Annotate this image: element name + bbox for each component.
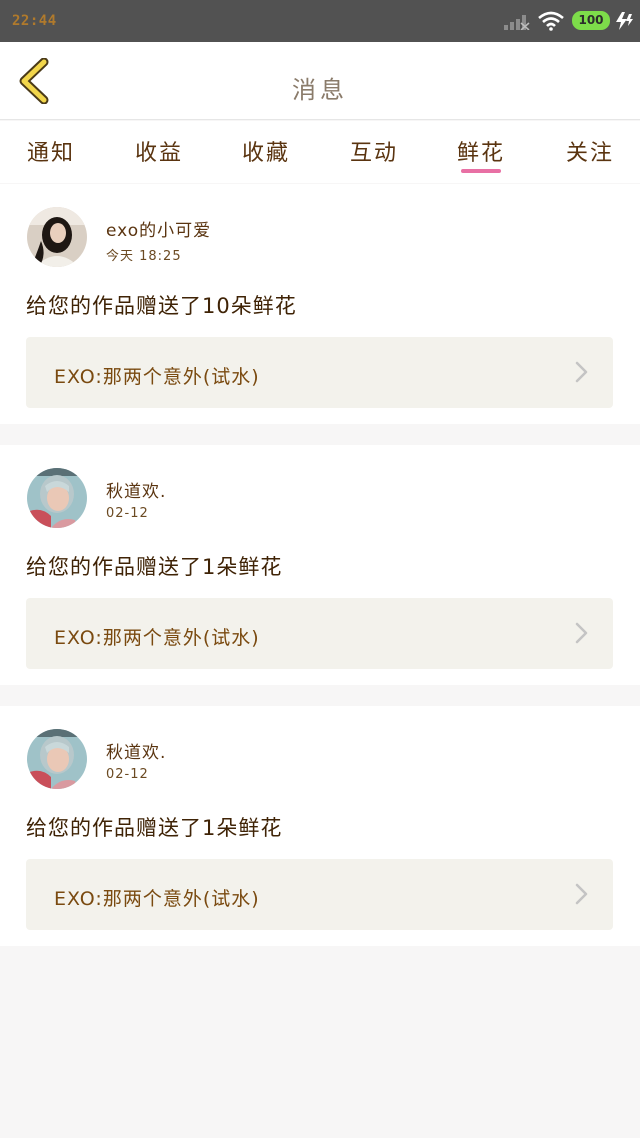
- work-link[interactable]: EXO:那两个意外(试水): [26, 859, 613, 930]
- page-title: 消息: [292, 76, 348, 104]
- work-title: EXO:那两个意外(试水): [54, 888, 260, 910]
- work-title: EXO:那两个意外(试水): [54, 627, 260, 649]
- wifi-icon: [538, 11, 564, 31]
- status-time: 22:44: [12, 13, 57, 29]
- sender-name[interactable]: exo的小可爱: [106, 216, 211, 241]
- tab-label: 收藏: [242, 141, 291, 166]
- tab-notifications[interactable]: 通知: [27, 135, 75, 167]
- tab-bar: 通知 收益 收藏 互动 鲜花 关注: [0, 121, 640, 183]
- chevron-right-icon: [575, 361, 588, 383]
- message-card: 秋道欢. 02-12 给您的作品赠送了1朵鲜花 EXO:那两个意外(试水): [0, 445, 640, 685]
- tab-label: 收益: [135, 141, 184, 166]
- battery-icon: 100: [572, 11, 610, 30]
- message-text: 给您的作品赠送了1朵鲜花: [26, 555, 283, 579]
- status-bar: 22:44 100: [0, 0, 640, 42]
- active-tab-indicator: [461, 169, 502, 173]
- tab-favorites[interactable]: 收藏: [242, 135, 290, 167]
- signal-icon: [504, 15, 530, 30]
- avatar[interactable]: [27, 207, 87, 267]
- message-date: 今天 18:25: [106, 249, 182, 264]
- message-card: exo的小可爱 今天 18:25 给您的作品赠送了10朵鲜花 EXO:那两个意外…: [0, 184, 640, 424]
- tab-earnings[interactable]: 收益: [135, 135, 183, 167]
- sender-name[interactable]: 秋道欢.: [106, 738, 166, 763]
- tab-flowers[interactable]: 鲜花: [457, 135, 506, 173]
- avatar[interactable]: [27, 729, 87, 789]
- sender-name[interactable]: 秋道欢.: [106, 477, 166, 502]
- tab-label: 互动: [350, 141, 399, 166]
- work-link[interactable]: EXO:那两个意外(试水): [26, 337, 613, 408]
- chevron-right-icon: [575, 883, 588, 905]
- charging-icon: [616, 12, 633, 30]
- tab-interactions[interactable]: 互动: [350, 135, 398, 167]
- tab-label: 通知: [27, 141, 76, 166]
- header-bar: 消息: [0, 42, 640, 120]
- message-text: 给您的作品赠送了1朵鲜花: [26, 816, 283, 840]
- message-text: 给您的作品赠送了10朵鲜花: [26, 294, 297, 318]
- tab-label: 关注: [566, 141, 615, 166]
- chevron-right-icon: [575, 622, 588, 644]
- message-card: 秋道欢. 02-12 给您的作品赠送了1朵鲜花 EXO:那两个意外(试水): [0, 706, 640, 946]
- work-link[interactable]: EXO:那两个意外(试水): [26, 598, 613, 669]
- message-date: 02-12: [106, 767, 149, 782]
- message-date: 02-12: [106, 506, 149, 521]
- avatar[interactable]: [27, 468, 87, 528]
- tab-label: 鲜花: [457, 141, 506, 166]
- work-title: EXO:那两个意外(试水): [54, 366, 260, 388]
- tab-following[interactable]: 关注: [566, 135, 614, 167]
